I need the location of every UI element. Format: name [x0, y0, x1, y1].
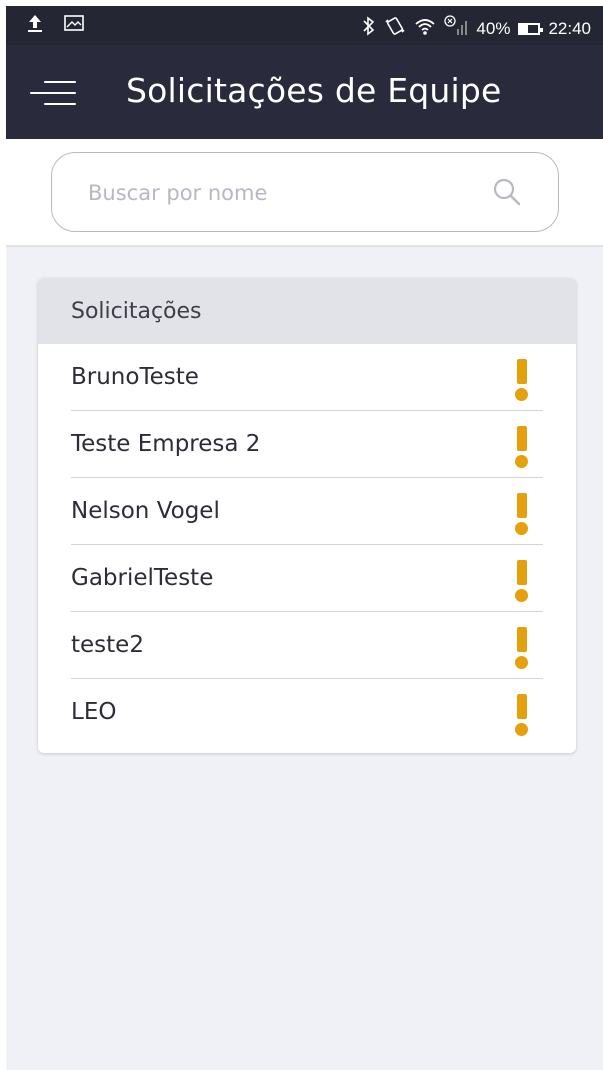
battery-percent: 40% — [476, 18, 511, 38]
exclamation-icon — [515, 359, 529, 401]
battery-icon — [518, 22, 544, 35]
request-row[interactable]: Teste Empresa 2 — [71, 411, 543, 478]
search-input[interactable] — [86, 153, 480, 232]
requests-card: Solicitações BrunoTeste Teste Empresa 2 Ne… — [38, 278, 576, 753]
request-name: Nelson Vogel — [71, 498, 220, 524]
app-bar: Solicitações de Equipe — [6, 45, 603, 139]
request-row[interactable]: GabrielTeste — [71, 545, 543, 612]
exclamation-icon — [515, 426, 529, 468]
page-title: Solicitações de Equipe — [126, 71, 502, 110]
image-icon — [64, 15, 84, 36]
exclamation-icon — [515, 694, 529, 736]
request-name: GabrielTeste — [71, 565, 214, 591]
request-row[interactable]: teste2 — [71, 612, 543, 679]
request-name: BrunoTeste — [71, 364, 199, 390]
search-icon[interactable] — [492, 177, 522, 211]
vibrate-icon — [384, 16, 406, 41]
request-name: Teste Empresa 2 — [71, 431, 261, 457]
exclamation-icon — [515, 627, 529, 669]
app-screen: 40% 22:40 Solicitações de Equipe Solicit… — [6, 6, 603, 1070]
request-name: LEO — [71, 699, 117, 725]
request-row[interactable]: LEO — [71, 679, 543, 745]
exclamation-icon — [515, 493, 529, 535]
requests-list: BrunoTeste Teste Empresa 2 Nelson Vogel Gab… — [38, 344, 576, 745]
clock: 22:40 — [548, 18, 591, 38]
status-bar: 40% 22:40 — [6, 6, 603, 45]
wifi-icon — [414, 16, 436, 41]
exclamation-icon — [515, 560, 529, 602]
search-box[interactable] — [51, 152, 559, 232]
request-name: teste2 — [71, 632, 144, 658]
request-row[interactable]: Nelson Vogel — [71, 478, 543, 545]
bluetooth-icon — [362, 16, 376, 41]
upload-icon — [26, 13, 44, 38]
search-area — [6, 139, 603, 247]
requests-header: Solicitações — [38, 278, 576, 344]
menu-icon[interactable] — [30, 79, 76, 107]
request-row[interactable]: BrunoTeste — [71, 344, 543, 411]
signal-icon — [444, 15, 468, 42]
